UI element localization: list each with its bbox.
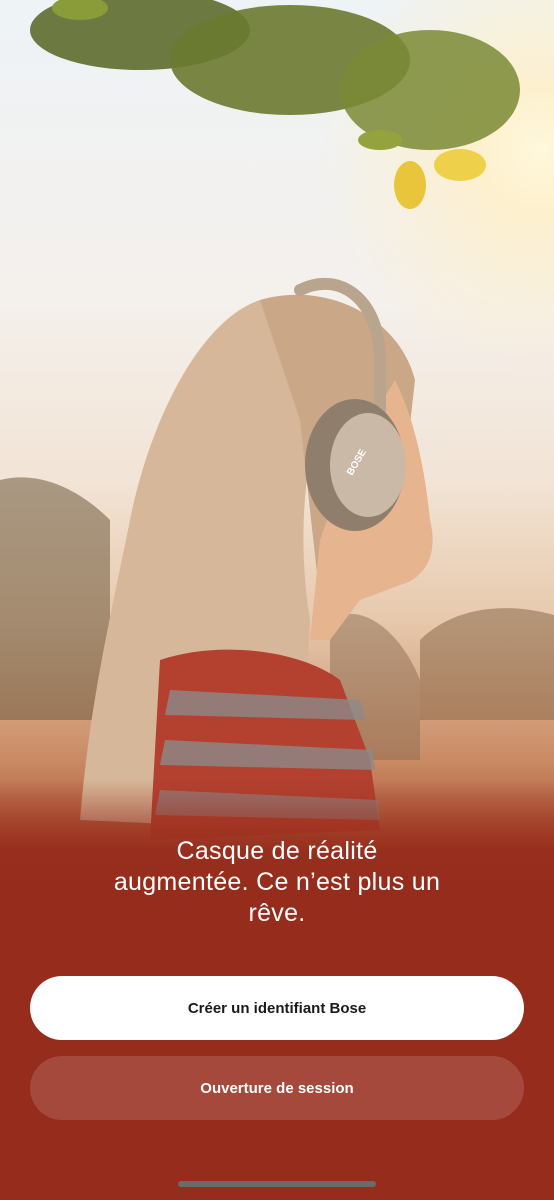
foliage	[30, 0, 520, 209]
headphone-earcup-face	[330, 413, 406, 517]
create-bose-id-label: Créer un identifiant Bose	[187, 999, 367, 1017]
left-trees	[0, 477, 110, 720]
right-trees	[420, 608, 554, 720]
create-bose-id-button[interactable]: Créer un identifiant Bose	[30, 976, 524, 1040]
home-indicator[interactable]	[178, 1181, 376, 1187]
sign-in-button[interactable]: Ouverture de session	[30, 1056, 524, 1120]
tagline: Casque de réalité augmentée. Ce n’est pl…	[113, 837, 441, 927]
sign-in-label: Ouverture de session	[200, 1079, 354, 1097]
onboarding-screen: BOSE Casque de réalité augmentée. Ce n’e…	[0, 0, 554, 1200]
